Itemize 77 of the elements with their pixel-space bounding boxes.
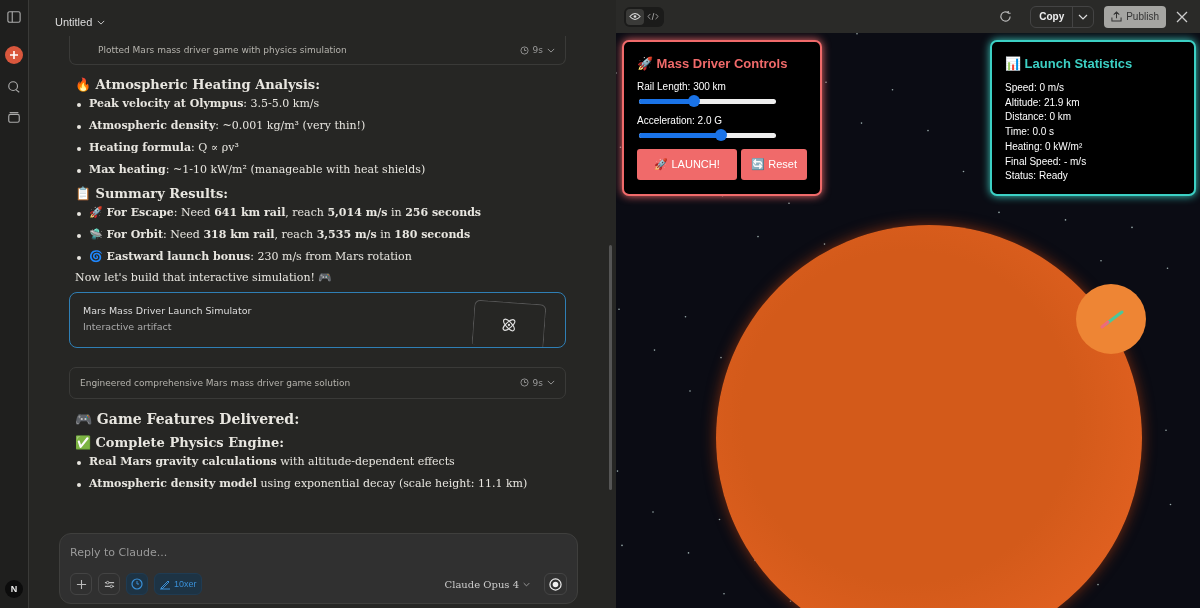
clock-icon	[131, 578, 143, 590]
list-item: Heating formula: Q ∝ ρv³	[89, 139, 239, 156]
slider-label: Acceleration: 2.0 G	[637, 115, 724, 126]
stat-line: Status: Ready	[1005, 169, 1069, 184]
message-text: Now let's build that interactive simulation! 🎮	[75, 270, 334, 284]
sliders-icon	[103, 578, 115, 590]
research-button[interactable]	[126, 573, 148, 595]
list-item: Peak velocity at Olympus: 3.5-5.0 km/s	[89, 96, 320, 112]
chevron-down-icon	[547, 47, 555, 53]
bullet-icon	[77, 211, 81, 216]
section-heading: 🔥 Atmospheric Heating Analysis:	[75, 77, 321, 92]
timer-icon	[519, 378, 529, 388]
projects-icon[interactable]	[7, 110, 21, 124]
slider-thumb[interactable]	[687, 95, 700, 107]
record-button[interactable]	[544, 573, 567, 595]
section-heading: ✅ Complete Physics Engine:	[75, 434, 286, 450]
bullet-icon	[77, 146, 81, 151]
bullet-icon	[77, 124, 81, 129]
artifact-card[interactable]: Mars Mass Driver Launch Simulator Interactive artifact	[69, 291, 566, 348]
stat-line: Altitude: 21.9 km	[1005, 95, 1081, 110]
reply-field[interactable]: Reply to Claude... 10xer Claude Opus 4	[59, 533, 578, 604]
moon-drawing	[1076, 284, 1146, 354]
chevron-down-icon[interactable]	[97, 19, 106, 25]
stat-line: Heating: 0 kW/m²	[1005, 139, 1084, 154]
tools-button[interactable]	[98, 573, 120, 595]
bullet-icon	[77, 168, 81, 173]
artifact-subtitle: Interactive artifact	[83, 320, 173, 332]
artifact-title: Mars Mass Driver Launch Simulator	[83, 304, 252, 316]
chat-title[interactable]: Untitled	[55, 16, 93, 28]
panel-title: 🚀 Mass Driver Controls	[637, 56, 789, 71]
bullet-icon	[77, 255, 81, 260]
chats-icon[interactable]	[7, 80, 21, 94]
record-icon	[549, 577, 562, 591]
plus-icon	[75, 578, 87, 590]
bullet-icon	[77, 233, 81, 238]
list-item: Atmospheric density: ~0.001 kg/m³ (very thin!)	[89, 117, 366, 134]
publish-button[interactable]: Publish	[1104, 5, 1166, 28]
close-icon[interactable]	[1176, 10, 1188, 23]
reply-input[interactable]: Reply to Claude...	[70, 544, 567, 573]
stat-line: Speed: 0 m/s	[1005, 81, 1065, 95]
slider-label: Rail Length: 300 km	[637, 81, 727, 92]
panel-title: 📊 Launch Statistics	[1005, 56, 1134, 71]
thinking-summary[interactable]: Plotted Mars mass driver game with physics simulation 9s	[69, 36, 566, 65]
duration-text: 9s	[532, 377, 543, 388]
section-heading: 📋 Summary Results:	[75, 185, 230, 201]
list-item: 🚀 For Escape: Need 641 km rail, reach 5,014 m/s in 256 seconds	[89, 204, 482, 221]
bullet-icon	[77, 460, 81, 465]
bullet-icon	[77, 103, 81, 107]
new-chat-icon[interactable]	[5, 46, 23, 64]
section-heading: 🎮 Game Features Delivered:	[75, 410, 301, 427]
user-avatar[interactable]: N	[5, 580, 23, 598]
preview-toggle[interactable]	[626, 8, 644, 25]
sidebar-toggle-icon[interactable]	[7, 10, 21, 24]
bullet-icon	[77, 482, 81, 487]
chevron-down-icon	[1078, 13, 1089, 20]
scrollbar[interactable]	[609, 245, 612, 490]
duration-text: 9s	[532, 45, 543, 55]
timer-icon	[519, 45, 529, 55]
eye-icon	[629, 12, 641, 21]
style-chip[interactable]: 10xer	[154, 573, 202, 595]
refresh-icon[interactable]	[999, 10, 1013, 23]
code-icon	[647, 12, 659, 21]
stat-line: Final Speed: - m/s	[1005, 154, 1088, 169]
stat-line: Distance: 0 km	[1005, 110, 1073, 125]
list-item: Atmospheric density model using exponential decay (scale height: 11.1 km)	[89, 475, 528, 492]
pen-icon	[159, 578, 171, 590]
stat-line: Time: 0.0 s	[1005, 125, 1056, 140]
model-selector[interactable]: Claude Opus 4	[444, 578, 519, 590]
list-item: 🛸 For Orbit: Need 318 km rail, reach 3,535 m/s in 180 seconds	[89, 226, 471, 243]
list-item: Max heating: ~1-10 kW/m² (manageable with heat shields)	[89, 161, 426, 178]
list-item: 🌀 Eastward launch bonus: 230 m/s from Mars rotation	[89, 248, 412, 265]
slider-thumb[interactable]	[715, 129, 728, 141]
list-item: Real Mars gravity calculations with altitude-dependent effects	[89, 453, 455, 470]
add-button[interactable]	[70, 573, 92, 595]
chevron-down-icon	[547, 380, 555, 386]
share-icon	[1111, 11, 1123, 22]
thinking-summary[interactable]: Engineered comprehensive Mars mass driver game solution 9s	[69, 366, 566, 399]
